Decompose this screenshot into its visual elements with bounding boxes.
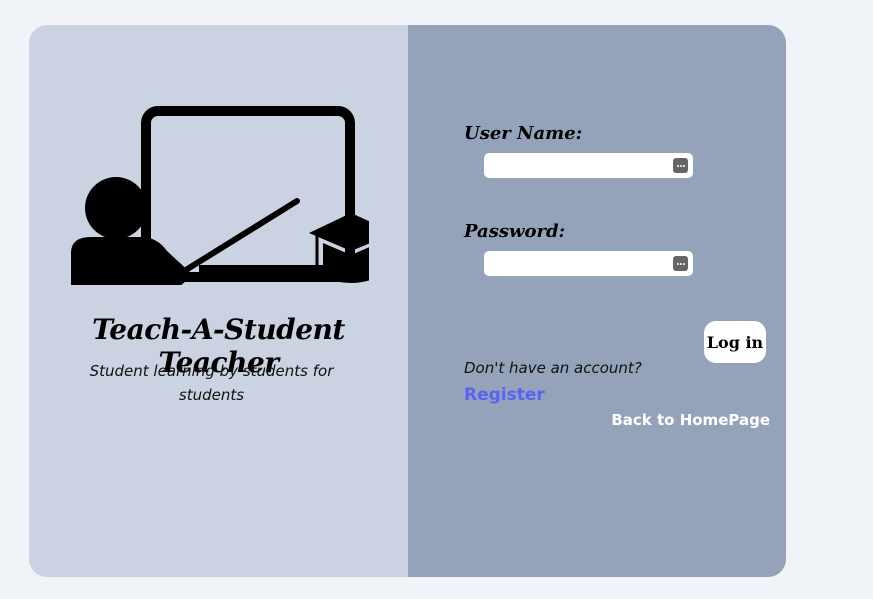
tassel-end-shape xyxy=(314,266,320,272)
pointer-stick-shape xyxy=(178,198,300,276)
brand-tagline: Student learning by students for student… xyxy=(89,362,334,404)
whiteboard-shape xyxy=(141,106,355,282)
password-manager-key-icon[interactable] xyxy=(673,256,688,271)
password-input[interactable] xyxy=(484,251,680,276)
username-field[interactable] xyxy=(484,153,693,178)
username-input[interactable] xyxy=(484,153,680,178)
password-label: Password: xyxy=(464,221,566,242)
username-label: User Name: xyxy=(464,123,583,144)
password-manager-key-icon[interactable] xyxy=(673,158,688,173)
password-field[interactable] xyxy=(484,251,693,276)
teacher-at-board-icon xyxy=(71,106,369,285)
login-panel: User Name: Password: Log in Don't have a… xyxy=(408,25,786,577)
brand-panel: Teach-A-Student Teacher Student learning… xyxy=(29,25,408,577)
login-card: Teach-A-Student Teacher Student learning… xyxy=(29,25,786,577)
teacher-body-shape xyxy=(71,237,193,285)
register-link[interactable]: Register xyxy=(464,385,545,405)
login-button[interactable]: Log in xyxy=(704,321,766,363)
back-to-homepage-link[interactable]: Back to HomePage xyxy=(611,411,770,429)
teacher-head-shape xyxy=(85,177,147,239)
no-account-text: Don't have an account? xyxy=(464,359,642,377)
